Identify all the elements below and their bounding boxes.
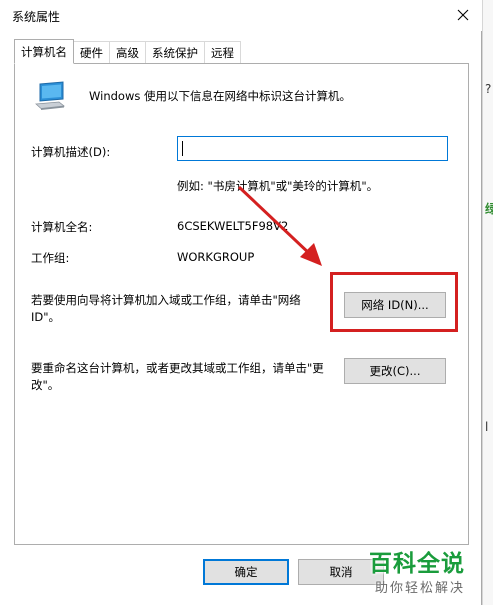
title-bar[interactable]: 系统属性 [0, 0, 482, 31]
computer-icon [35, 81, 66, 110]
watermark: 百科全说 助你轻松解决 [361, 540, 493, 605]
tab-advanced[interactable]: 高级 [110, 41, 146, 64]
highlight-box [330, 272, 458, 332]
network-id-instructions: 若要使用向导将计算机加入域或工作组，请单击"网络 ID"。 [31, 293, 301, 324]
example-hint: 例如: "书房计算机"或"美玲的计算机"。 [177, 179, 379, 193]
ok-button[interactable]: 确定 [203, 559, 289, 585]
tab-hardware[interactable]: 硬件 [74, 41, 110, 64]
close-icon [457, 9, 469, 21]
tab-bar: 计算机名 硬件 高级 系统保护 远程 [14, 39, 241, 64]
watermark-subtitle: 助你轻松解决 [375, 581, 466, 596]
rename-instructions: 要重命名这台计算机，或者更改其域或工作组，请单击"更改"。 [31, 361, 324, 392]
change-button[interactable]: 更改(C)... [344, 358, 446, 384]
window-title: 系统属性 [12, 10, 61, 24]
description-label: 计算机描述(D): [31, 145, 111, 159]
tab-remote[interactable]: 远程 [205, 41, 241, 64]
description-input[interactable] [177, 136, 448, 161]
full-name-label: 计算机全名: [31, 220, 93, 234]
background-glyph: ? [485, 82, 492, 96]
background-window-edge: ? 绿 l [482, 0, 493, 605]
background-glyph: 绿 [485, 202, 493, 216]
workgroup-label: 工作组: [31, 251, 70, 265]
intro-text: Windows 使用以下信息在网络中标识这台计算机。 [89, 89, 351, 103]
text-caret [182, 141, 183, 156]
workgroup-value: WORKGROUP [177, 250, 255, 264]
full-name-value: 6CSEKWELT5F98V2 [177, 219, 289, 233]
tab-computer-name[interactable]: 计算机名 [14, 39, 74, 64]
background-glyph: l [485, 420, 489, 434]
watermark-title: 百科全说 [369, 551, 465, 577]
close-button[interactable] [450, 2, 476, 28]
tab-system-protection[interactable]: 系统保护 [146, 41, 205, 64]
